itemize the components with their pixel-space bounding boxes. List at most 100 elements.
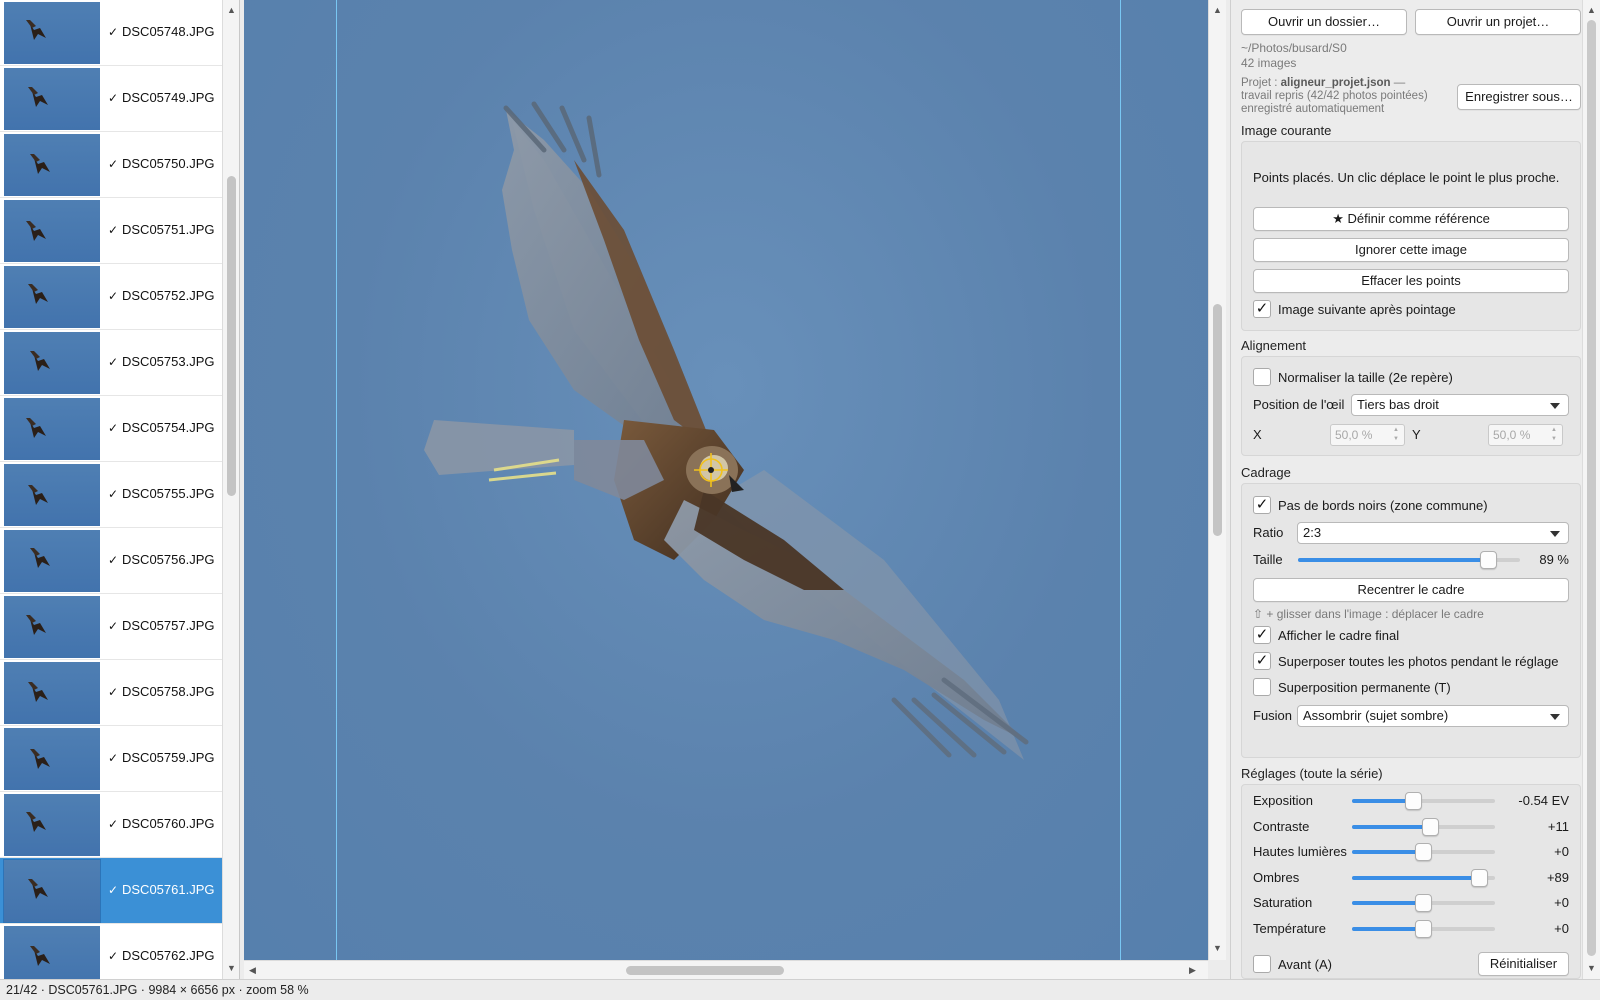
crop-size-slider[interactable] (1298, 550, 1520, 570)
checkmark-icon: ✓ (108, 421, 119, 435)
before-checkbox[interactable] (1253, 955, 1271, 973)
file-list-item[interactable]: ✓ DSC05756.JPG (0, 528, 222, 594)
thumbnail-image (4, 332, 100, 394)
file-list-scroll-thumb[interactable] (227, 176, 236, 496)
canvas-vertical-scrollbar[interactable]: ▲ ▼ (1208, 0, 1226, 960)
file-list-item[interactable]: ✓ DSC05760.JPG (0, 792, 222, 858)
status-separator: · (234, 983, 247, 997)
file-list-item[interactable]: ✓ DSC05762.JPG (0, 924, 222, 979)
project-resumed: travail repris (42/42 photos pointées) (1241, 90, 1428, 102)
adjustment-handle[interactable] (1415, 894, 1432, 913)
thumbnail-image (4, 728, 100, 790)
file-list-item[interactable]: ✓ DSC05754.JPG (0, 396, 222, 462)
checkmark-icon: ✓ (108, 25, 119, 39)
set-reference-button[interactable]: ★ Définir comme référence (1253, 207, 1569, 231)
file-list-item[interactable]: ✓ DSC05752.JPG (0, 264, 222, 330)
adjustment-handle[interactable] (1405, 792, 1422, 810)
file-list-item[interactable]: ✓ DSC05755.JPG (0, 462, 222, 528)
canvas-horizontal-scrollbar[interactable]: ◀ ▶ (244, 960, 1208, 979)
thumbnail-image (4, 266, 100, 328)
file-name-text: DSC05758.JPG (122, 684, 215, 699)
canvas-hscroll-thumb[interactable] (626, 966, 784, 975)
file-name-text: DSC05756.JPG (122, 552, 215, 567)
file-list-item[interactable]: ✓ DSC05749.JPG (0, 66, 222, 132)
crop-size-handle[interactable] (1480, 551, 1497, 569)
thumbnail-image (4, 464, 100, 526)
file-name: ✓ DSC05756.JPG (108, 552, 215, 567)
adjustment-fill (1352, 875, 1479, 880)
file-list-item[interactable]: ✓ DSC05750.JPG (0, 132, 222, 198)
file-list-item[interactable]: ✓ DSC05757.JPG (0, 594, 222, 660)
adjustment-slider[interactable] (1352, 893, 1495, 913)
file-list-item[interactable]: ✓ DSC05753.JPG (0, 330, 222, 396)
next-after-checkbox[interactable]: ✓ (1253, 300, 1271, 318)
y-up-icon[interactable]: ▲ (1548, 426, 1560, 435)
scroll-up-arrow-icon[interactable]: ▲ (223, 2, 239, 18)
adjustment-value: +11 (1547, 818, 1569, 834)
clear-points-button[interactable]: Effacer les points (1253, 269, 1569, 293)
x-down-icon[interactable]: ▼ (1390, 435, 1402, 444)
normalize-size-checkbox[interactable] (1253, 368, 1271, 386)
adjustment-slider[interactable] (1352, 868, 1495, 888)
file-list-item[interactable]: ✓ DSC05758.JPG (0, 660, 222, 726)
save-as-button[interactable]: Enregistrer sous… (1457, 84, 1581, 110)
section-title-adjustments: Réglages (toute la série) (1241, 766, 1383, 781)
project-autosave: enregistré automatiquement (1241, 103, 1385, 115)
image-canvas[interactable] (244, 0, 1208, 960)
x-up-icon[interactable]: ▲ (1390, 426, 1402, 435)
show-final-frame-checkbox[interactable]: ✓ (1253, 626, 1271, 644)
canvas-vscroll-thumb[interactable] (1213, 304, 1222, 536)
x-spinbox[interactable]: 50,0 % ▲ ▼ (1330, 424, 1405, 446)
status-zoom: zoom 58 % (246, 983, 309, 997)
open-folder-button[interactable]: Ouvrir un dossier… (1241, 9, 1407, 35)
adjustment-slider[interactable] (1352, 842, 1495, 862)
fusion-label: Fusion (1253, 708, 1293, 723)
panel-scroll-down-icon[interactable]: ▼ (1583, 960, 1600, 976)
file-list-item[interactable]: ✓ DSC05748.JPG (0, 0, 222, 66)
project-suffix: — (1390, 77, 1406, 89)
file-name: ✓ DSC05752.JPG (108, 288, 215, 303)
permanent-overlay-checkbox[interactable] (1253, 678, 1271, 696)
adjustment-slider[interactable] (1352, 817, 1495, 837)
recenter-frame-button[interactable]: Recentrer le cadre (1253, 578, 1569, 602)
adjustment-slider[interactable] (1352, 791, 1495, 811)
ratio-select[interactable]: 2:3 (1297, 522, 1569, 544)
ignore-image-button[interactable]: Ignorer cette image (1253, 238, 1569, 262)
image-file-list[interactable]: ✓ DSC05748.JPG ✓ DSC05749.JPG ✓ DSC05750.JPG ✓… (0, 0, 240, 979)
file-list-item[interactable]: ✓ DSC05761.JPG (0, 858, 222, 924)
canvas-scroll-up-icon[interactable]: ▲ (1209, 2, 1226, 18)
open-project-button[interactable]: Ouvrir un projet… (1415, 9, 1581, 35)
y-spinbox[interactable]: 50,0 % ▲ ▼ (1488, 424, 1563, 446)
reset-button[interactable]: Réinitialiser (1478, 952, 1569, 976)
adjustment-fill (1352, 901, 1423, 906)
status-position: 21/42 (6, 983, 38, 997)
canvas-scroll-down-icon[interactable]: ▼ (1209, 940, 1226, 956)
canvas-scroll-right-icon[interactable]: ▶ (1184, 962, 1201, 978)
adjustment-slider[interactable] (1352, 919, 1495, 939)
y-down-icon[interactable]: ▼ (1548, 435, 1560, 444)
section-title-alignment: Alignement (1241, 338, 1307, 353)
thumbnail-image (4, 2, 100, 64)
file-list-item[interactable]: ✓ DSC05751.JPG (0, 198, 222, 264)
panel-scroll-up-icon[interactable]: ▲ (1583, 2, 1600, 18)
thumbnail-image (4, 794, 100, 856)
x-value: 50,0 % (1335, 428, 1373, 442)
fusion-select[interactable]: Assombrir (sujet sombre) (1297, 705, 1569, 727)
panel-scroll-thumb[interactable] (1587, 20, 1596, 956)
no-black-borders-checkbox[interactable]: ✓ (1253, 496, 1271, 514)
panel-scrollbar[interactable]: ▲ ▼ (1582, 0, 1600, 979)
ratio-label: Ratio (1253, 525, 1284, 540)
status-filename: DSC05761.JPG (48, 983, 138, 997)
file-list-scrollbar[interactable]: ▲ ▼ (222, 0, 239, 979)
scroll-down-arrow-icon[interactable]: ▼ (223, 960, 239, 976)
adjustment-handle[interactable] (1422, 817, 1439, 836)
overlay-all-checkbox[interactable]: ✓ (1253, 652, 1271, 670)
adjustment-handle[interactable] (1415, 843, 1432, 862)
file-list-item[interactable]: ✓ DSC05759.JPG (0, 726, 222, 792)
eye-position-select[interactable]: Tiers bas droit (1351, 394, 1569, 416)
adjustment-handle[interactable] (1471, 868, 1488, 887)
adjustment-handle[interactable] (1415, 920, 1432, 938)
canvas-scroll-left-icon[interactable]: ◀ (244, 962, 261, 978)
adjustment-value: +0 (1554, 895, 1569, 911)
checkmark-icon: ✓ (108, 223, 119, 237)
